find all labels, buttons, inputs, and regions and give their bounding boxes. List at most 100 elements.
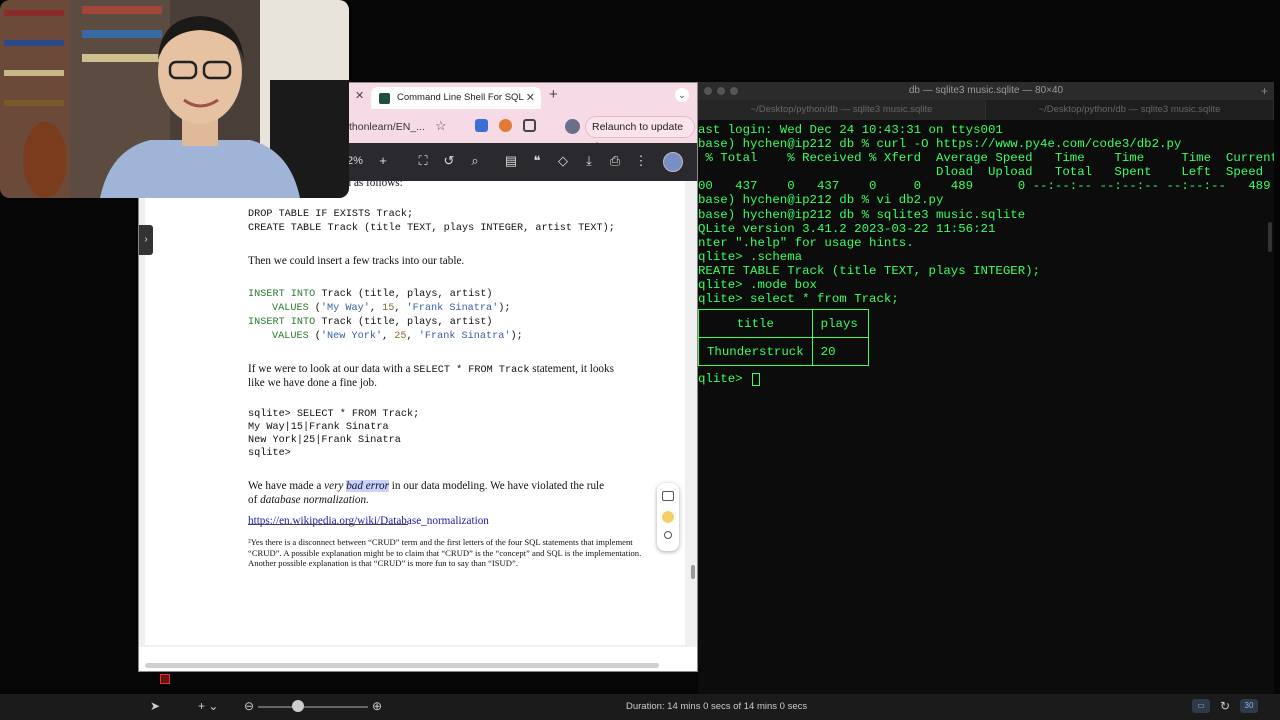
lens-icon[interactable] bbox=[664, 531, 672, 539]
sql-keyword: INSERT INTO bbox=[248, 317, 316, 328]
tab-close-icon[interactable]: ✕ bbox=[526, 87, 535, 109]
note-icon[interactable] bbox=[662, 491, 674, 501]
code-line: INSERT INTO Track (title, plays, artist) bbox=[248, 289, 493, 300]
table-header-row: title plays bbox=[698, 309, 869, 339]
player-controls-bar: ➤ + ⌄ ⊖ ⊕ Duration: 14 mins 0 secs of 14… bbox=[0, 694, 1280, 720]
horizontal-scrollbar[interactable] bbox=[145, 663, 659, 668]
output-line: sqlite> SELECT * FROM Track; bbox=[248, 409, 420, 420]
zoom-level[interactable]: 2% bbox=[347, 155, 363, 167]
tab-search-chevron-icon[interactable]: ⌄ bbox=[675, 88, 689, 102]
sidebar-toggle-chevron-icon[interactable]: › bbox=[139, 225, 153, 255]
terminal-tab-2[interactable]: ~/Desktop/python/db — sqlite3 music.sqli… bbox=[986, 100, 1274, 120]
sql-string: 'Frank Sinatra' bbox=[418, 331, 511, 342]
browser-tab-active[interactable]: Command Line Shell For SQL ✕ bbox=[371, 87, 541, 109]
terminal-line: base) hychen@ip212 db % vi db2.py bbox=[698, 193, 944, 208]
zoom-out-icon[interactable]: ⊖ bbox=[244, 699, 254, 713]
favicon-icon bbox=[379, 93, 390, 104]
profile-avatar[interactable] bbox=[565, 119, 580, 134]
new-tab-plus-icon[interactable]: + bbox=[1261, 82, 1268, 100]
terminal-scrollbar[interactable] bbox=[1268, 222, 1272, 252]
sql-keyword: INSERT INTO bbox=[248, 289, 316, 300]
relaunch-button[interactable]: Relaunch to update ⋮ bbox=[585, 116, 695, 153]
window-controls[interactable] bbox=[704, 87, 738, 95]
paragraph: If we were to look at our data with a SE… bbox=[248, 363, 614, 376]
download-icon[interactable]: ⤓ bbox=[581, 153, 597, 169]
new-tab-icon[interactable]: + bbox=[549, 86, 558, 103]
pointer-tool-icon[interactable]: ➤ bbox=[150, 699, 160, 713]
bookmark-star-icon[interactable]: ☆ bbox=[435, 118, 447, 134]
extension-icon[interactable] bbox=[475, 119, 488, 132]
zoom-slider[interactable] bbox=[258, 706, 368, 708]
puzzle-extensions-icon[interactable] bbox=[523, 119, 536, 132]
terminal-tab-1[interactable]: ~/Desktop/python/db — sqlite3 music.sqli… bbox=[698, 100, 986, 120]
terminal-line: QLite version 3.41.2 2023-03-22 11:56:21 bbox=[698, 221, 996, 236]
refresh-icon[interactable]: ↻ bbox=[1220, 699, 1230, 713]
terminal-line: Dload Upload Total Spent Left Speed bbox=[698, 165, 1264, 180]
sql-keyword: VALUES bbox=[272, 303, 309, 314]
terminal-title: db — sqlite3 music.sqlite — 80×40 bbox=[908, 85, 1064, 96]
pdf-page: the artist in the column as follows: DRO… bbox=[145, 181, 685, 645]
previous-tab-close-icon[interactable]: ✕ bbox=[355, 89, 364, 102]
extension-icon[interactable] bbox=[499, 119, 512, 132]
code-line: INSERT INTO Track (title, plays, artist) bbox=[248, 317, 493, 328]
quote-icon[interactable]: ❝ bbox=[529, 153, 545, 169]
floating-toolbar[interactable] bbox=[657, 483, 679, 551]
paragraph: of database normalization. bbox=[248, 494, 369, 506]
zoom-in-icon[interactable]: + bbox=[375, 153, 391, 168]
record-indicator-icon bbox=[160, 674, 170, 684]
paragraph: Then we could insert a few tracks into o… bbox=[248, 255, 465, 267]
highlighted-text: bad error bbox=[346, 480, 389, 492]
relaunch-label: Relaunch to update bbox=[592, 121, 684, 133]
highlight-color-icon[interactable] bbox=[662, 511, 674, 523]
text: in our data modeling. We have violated t… bbox=[389, 480, 605, 492]
text-cursor bbox=[752, 372, 761, 386]
terminal-line: % Total % Received % Xferd Average Speed… bbox=[698, 151, 1274, 166]
close-dot-icon[interactable] bbox=[704, 87, 712, 95]
search-icon[interactable]: ⌕ bbox=[467, 153, 483, 169]
text: If we were to look at our data with a bbox=[248, 363, 414, 375]
zoom-dot-icon[interactable] bbox=[730, 87, 738, 95]
duration-label: Duration: 14 mins 0 secs of 14 mins 0 se… bbox=[626, 701, 808, 712]
text: We have made a bbox=[248, 480, 325, 492]
cell-plays: 20 bbox=[811, 337, 869, 367]
table-row: Thunderstruck 20 bbox=[698, 337, 869, 367]
zoom-slider-knob[interactable] bbox=[292, 700, 304, 712]
add-menu-icon[interactable]: + ⌄ bbox=[198, 699, 218, 713]
comment-icon[interactable]: ▤ bbox=[503, 153, 519, 169]
zoom-in-icon[interactable]: ⊕ bbox=[372, 699, 382, 713]
wikipedia-link[interactable]: https://en.wikipedia.org/wiki/Database_n… bbox=[248, 515, 489, 527]
terminal-line: qlite> .schema bbox=[698, 249, 803, 264]
captions-icon[interactable]: ▭ bbox=[1192, 699, 1210, 713]
emphasis: very bbox=[324, 480, 344, 492]
tab-title: Command Line Shell For SQL bbox=[397, 92, 524, 103]
print-icon[interactable]: ⎙ bbox=[607, 153, 623, 169]
presenter-video-image bbox=[0, 0, 349, 198]
rotate-icon[interactable]: ↺ bbox=[441, 153, 457, 169]
output-line: New York|25|Frank Sinatra bbox=[248, 435, 401, 446]
highlight-icon[interactable]: ◇ bbox=[555, 153, 571, 169]
pdf-user-avatar[interactable] bbox=[663, 152, 683, 172]
terminal-line: qlite> .mode box bbox=[698, 278, 817, 293]
column-header-plays: plays bbox=[811, 309, 869, 339]
terminal-line: 00 437 0 437 0 0 489 0 --:--:-- --:--:--… bbox=[698, 179, 1271, 194]
terminal-window[interactable]: db — sqlite3 music.sqlite — 80×40 + ~/De… bbox=[698, 82, 1274, 694]
terminal-output[interactable]: ast login: Wed Dec 24 10:43:31 on ttys00… bbox=[698, 120, 1274, 694]
terminal-line: nter ".help" for usage hints. bbox=[698, 235, 914, 250]
terminal-titlebar[interactable]: db — sqlite3 music.sqlite — 80×40 + bbox=[698, 82, 1274, 100]
terminal-prompt[interactable]: qlite> bbox=[698, 372, 1274, 386]
fit-page-icon[interactable]: ⛶ bbox=[415, 153, 431, 169]
pdf-viewport[interactable]: the artist in the column as follows: DRO… bbox=[139, 181, 697, 647]
terminal-line: REATE TABLE Track (title TEXT, plays INT… bbox=[698, 263, 1041, 278]
screen: db — sqlite3 music.sqlite — 80×40 + ~/De… bbox=[0, 0, 1280, 720]
sql-keyword: VALUES bbox=[272, 331, 309, 342]
text: statement, it looks bbox=[529, 363, 614, 375]
pdf-scrollbar-thumb[interactable] bbox=[691, 565, 695, 579]
code-line: CREATE TABLE Track (title TEXT, plays IN… bbox=[248, 223, 615, 234]
inline-code: SELECT * FROM Track bbox=[413, 365, 530, 376]
query-result-table: title plays Thunderstruck 20 bbox=[698, 309, 869, 367]
frame-rate-badge[interactable]: 30 bbox=[1240, 699, 1258, 713]
minimize-dot-icon[interactable] bbox=[717, 87, 725, 95]
more-icon[interactable]: ⋮ bbox=[633, 153, 649, 169]
sql-text: Track (title, plays, artist) bbox=[315, 317, 493, 328]
webcam-video bbox=[0, 0, 349, 198]
